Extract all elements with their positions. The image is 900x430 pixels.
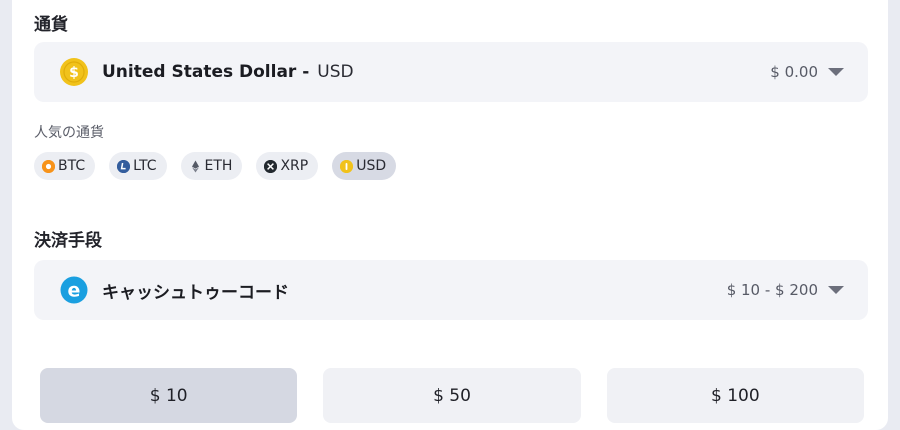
currency-balance: $ 0.00 <box>770 63 818 81</box>
payment-method-name: キャッシュトゥーコード <box>102 282 289 303</box>
amount-button-50[interactable]: $ 50 <box>323 368 581 423</box>
chip-btc[interactable]: BTC <box>34 152 96 180</box>
chip-label: USD <box>356 158 387 174</box>
chip-xrp[interactable]: XRP <box>256 152 319 180</box>
popular-currencies-title: 人気の通貨 <box>34 125 104 141</box>
ecash-icon: e <box>60 276 88 304</box>
dollar-coin-icon: $ <box>60 58 88 86</box>
xrp-icon <box>264 159 278 173</box>
amount-options: $ 10 $ 50 $ 100 <box>40 368 864 423</box>
currency-select[interactable]: $ United States Dollar - USD $ 0.00 <box>34 42 868 102</box>
chip-eth[interactable]: ETH <box>180 152 243 180</box>
chip-label: XRP <box>280 158 309 174</box>
payment-range: $ 10 - $ 200 <box>726 281 818 299</box>
svg-text:$: $ <box>69 65 79 81</box>
chip-ltc[interactable]: LTC <box>109 152 167 180</box>
currency-code: USD <box>317 62 354 82</box>
eth-icon <box>189 160 202 173</box>
chevron-down-icon <box>828 68 844 76</box>
popular-currency-chips: BTC LTC ETH XRP USD <box>34 152 397 180</box>
svg-text:e: e <box>68 280 81 302</box>
currency-name: United States Dollar - <box>102 62 310 82</box>
chip-label: LTC <box>133 158 157 174</box>
btc-icon <box>42 159 55 173</box>
payment-section-title: 決済手段 <box>34 231 102 251</box>
chevron-down-icon <box>828 286 844 294</box>
chip-usd[interactable]: USD <box>332 152 397 180</box>
amount-button-100[interactable]: $ 100 <box>606 368 864 423</box>
ltc-icon <box>117 159 131 173</box>
currency-section-title: 通貨 <box>34 15 68 35</box>
usd-icon <box>340 159 354 173</box>
deposit-panel: 通貨 $ United States Dollar - USD $ 0.00 人… <box>12 0 888 430</box>
chip-label: BTC <box>58 158 86 174</box>
chip-label: ETH <box>204 158 233 174</box>
amount-button-10[interactable]: $ 10 <box>40 368 298 423</box>
payment-method-select[interactable]: e キャッシュトゥーコード $ 10 - $ 200 <box>34 260 868 320</box>
